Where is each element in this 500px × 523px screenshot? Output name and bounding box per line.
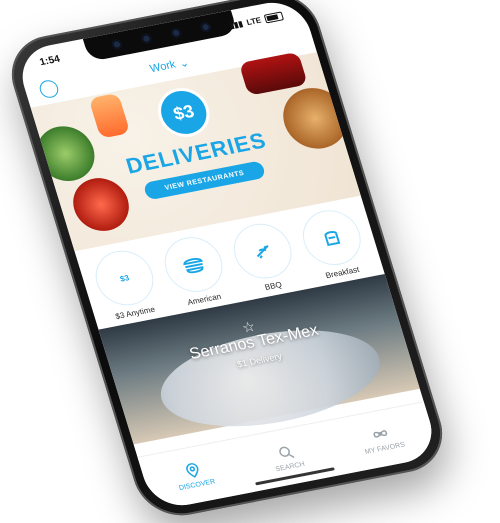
status-time: 1:54 bbox=[38, 53, 62, 68]
status-right: ▮▮▮ LTE bbox=[228, 10, 284, 30]
battery-icon bbox=[263, 10, 284, 23]
burger-icon bbox=[157, 232, 230, 297]
category-breakfast[interactable]: Breakfast bbox=[294, 205, 373, 280]
phone-mockup: 1:54 ▮▮▮ LTE Work ⌄ $3 DELIVERIES VIEW R… bbox=[0, 0, 454, 523]
tab-label: MY FAVORS bbox=[364, 441, 406, 456]
chevron-down-icon: ⌄ bbox=[177, 56, 191, 70]
tab-search[interactable]: SEARCH bbox=[269, 441, 306, 473]
network-type: LTE bbox=[245, 15, 263, 27]
tab-favorites[interactable]: MY FAVORS bbox=[358, 421, 406, 456]
location-label: Work bbox=[148, 58, 178, 76]
bow-icon bbox=[373, 430, 388, 438]
location-selector[interactable]: Work ⌄ bbox=[148, 56, 191, 76]
dollar-badge-icon: $3 bbox=[88, 245, 161, 311]
tab-discover[interactable]: DISCOVER bbox=[172, 458, 216, 492]
location-pin-icon bbox=[186, 463, 199, 478]
tab-label: SEARCH bbox=[274, 460, 306, 474]
breakfast-icon bbox=[295, 205, 368, 270]
category-3-anytime[interactable]: $3 $3 Anytime bbox=[87, 245, 166, 321]
price-badge: $3 bbox=[155, 87, 212, 138]
hero-center: $3 DELIVERIES VIEW RESTAURANTS bbox=[84, 73, 301, 207]
app-screen: 1:54 ▮▮▮ LTE Work ⌄ $3 DELIVERIES VIEW R… bbox=[13, 0, 441, 512]
tab-label: DISCOVER bbox=[178, 478, 217, 493]
profile-icon[interactable] bbox=[37, 78, 61, 100]
bbq-icon bbox=[226, 218, 299, 284]
signal-icon: ▮▮▮ bbox=[228, 18, 244, 30]
category-american[interactable]: American bbox=[156, 232, 235, 307]
search-icon bbox=[279, 446, 295, 459]
category-bbq[interactable]: BBQ bbox=[225, 218, 304, 294]
